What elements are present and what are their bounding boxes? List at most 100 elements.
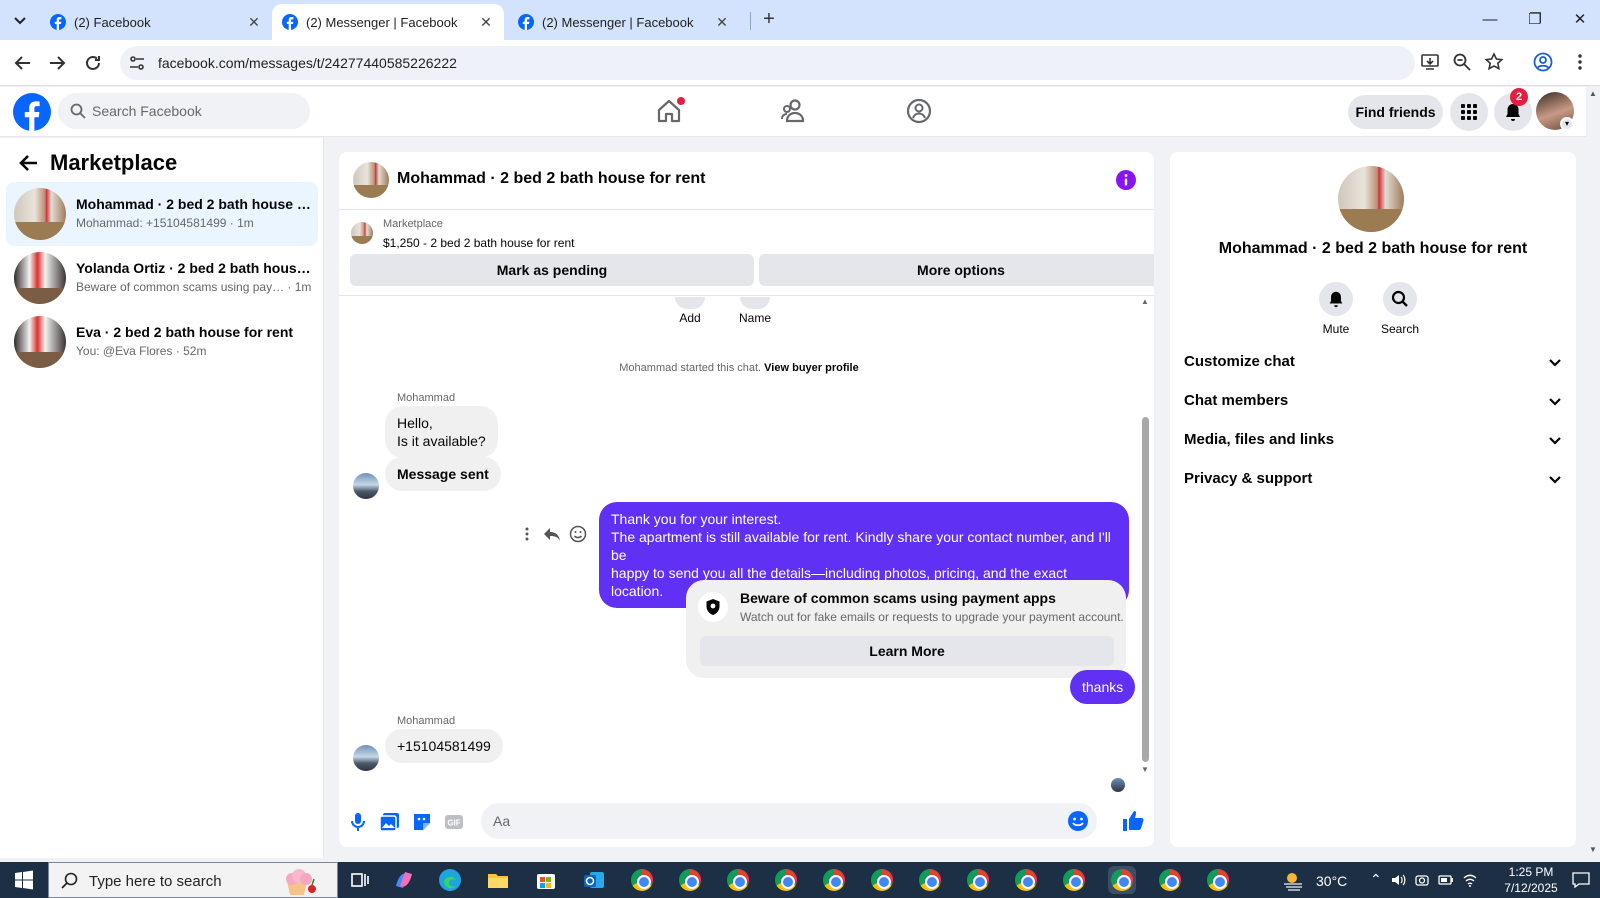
- account-chevron-icon[interactable]: ▾: [1560, 117, 1574, 131]
- conversation-item-yolanda[interactable]: Yolanda Ortiz · 2 bed 2 bath house for r…: [6, 246, 318, 310]
- chat-info-avatar[interactable]: [1338, 166, 1404, 232]
- facebook-search-input[interactable]: Search Facebook: [58, 93, 310, 129]
- more-vertical-icon[interactable]: [519, 526, 535, 542]
- nav-friends-button[interactable]: [780, 97, 810, 127]
- battery-icon[interactable]: [1438, 872, 1454, 888]
- scroll-down-arrow-icon[interactable]: ▼: [1586, 845, 1600, 854]
- close-window-button[interactable]: ✕: [1565, 6, 1595, 34]
- minimize-window-button[interactable]: —: [1475, 6, 1505, 34]
- section-media-files-links[interactable]: Media, files and links: [1184, 422, 1564, 458]
- chrome-app-icon[interactable]: [1156, 866, 1184, 894]
- scroll-down-arrow-icon[interactable]: ▼: [1140, 765, 1150, 774]
- back-button[interactable]: [10, 50, 36, 76]
- view-buyer-profile-link[interactable]: View buyer profile: [764, 362, 859, 374]
- browser-tab-messenger-active[interactable]: (2) Messenger | Facebook ✕: [272, 4, 504, 40]
- browser-tab-facebook[interactable]: (2) Facebook ✕: [40, 4, 272, 40]
- wifi-icon[interactable]: [1462, 872, 1478, 888]
- quick-action-name[interactable]: Name: [725, 297, 785, 325]
- scroll-up-arrow-icon[interactable]: ▲: [1140, 297, 1150, 306]
- find-friends-button[interactable]: Find friends: [1348, 95, 1443, 129]
- file-explorer-icon[interactable]: [484, 866, 512, 894]
- task-view-icon[interactable]: [346, 866, 374, 894]
- info-icon[interactable]: [1116, 170, 1136, 190]
- listing-thumbnail[interactable]: [351, 222, 373, 244]
- sender-avatar[interactable]: [353, 473, 379, 499]
- reply-icon[interactable]: [543, 525, 561, 543]
- edge-browser-icon[interactable]: [436, 866, 464, 894]
- site-settings-icon[interactable]: [128, 54, 146, 72]
- notification-center-icon[interactable]: [1572, 872, 1590, 888]
- listing-price-title[interactable]: $1,250 - 2 bed 2 bath house for rent: [383, 236, 574, 250]
- weather-icon[interactable]: [1280, 866, 1308, 894]
- gif-icon[interactable]: GIF: [443, 811, 465, 833]
- facebook-logo-icon[interactable]: [13, 93, 51, 131]
- clock-time[interactable]: 1:25 PM: [1496, 865, 1566, 879]
- chrome-app-icon[interactable]: [964, 866, 992, 894]
- maximize-window-button[interactable]: ❐: [1520, 6, 1550, 34]
- zoom-icon[interactable]: [1452, 52, 1474, 74]
- chrome-app-icon[interactable]: [1204, 866, 1232, 894]
- photo-icon[interactable]: [379, 811, 401, 833]
- thumbs-up-icon[interactable]: [1121, 809, 1145, 833]
- scroll-up-arrow-icon[interactable]: ▲: [1586, 89, 1600, 98]
- search-in-chat-button[interactable]: Search: [1370, 282, 1430, 336]
- microphone-icon[interactable]: [347, 811, 369, 833]
- copilot-icon[interactable]: [390, 866, 418, 894]
- nav-groups-button[interactable]: [905, 97, 935, 127]
- forward-button[interactable]: [44, 50, 70, 76]
- weather-temperature[interactable]: 30°C: [1316, 873, 1347, 889]
- chrome-app-icon[interactable]: [676, 866, 704, 894]
- chrome-app-icon[interactable]: [772, 866, 800, 894]
- quick-action-add[interactable]: Add: [660, 297, 720, 325]
- reload-button[interactable]: [80, 50, 106, 76]
- chrome-app-icon[interactable]: [1012, 866, 1040, 894]
- omnibox[interactable]: facebook.com/messages/t/2427744058522622…: [120, 46, 1415, 80]
- close-tab-icon[interactable]: ✕: [478, 14, 494, 30]
- message-input[interactable]: Aa: [481, 803, 1097, 839]
- section-customize-chat[interactable]: Customize chat: [1184, 344, 1564, 380]
- section-chat-members[interactable]: Chat members: [1184, 383, 1564, 419]
- chrome-app-icon[interactable]: [1060, 866, 1088, 894]
- incoming-message[interactable]: Hello, Is it available?: [385, 406, 498, 458]
- learn-more-button[interactable]: Learn More: [700, 636, 1114, 666]
- sticker-icon[interactable]: [411, 811, 433, 833]
- camera-icon[interactable]: [1414, 872, 1430, 888]
- more-options-button[interactable]: More options: [759, 254, 1154, 286]
- outgoing-message[interactable]: thanks: [1070, 670, 1136, 704]
- incoming-message[interactable]: Message sent: [385, 457, 501, 491]
- taskbar-search-box[interactable]: Type here to search: [48, 862, 338, 898]
- nav-home-button[interactable]: [655, 97, 685, 127]
- scroll-thumb[interactable]: [1142, 417, 1149, 762]
- outlook-icon[interactable]: [580, 866, 608, 894]
- start-button[interactable]: [0, 862, 48, 898]
- tab-search-dropdown-button[interactable]: [8, 8, 32, 32]
- chrome-app-icon-active[interactable]: [1108, 866, 1136, 894]
- chrome-app-icon[interactable]: [820, 866, 848, 894]
- close-tab-icon[interactable]: ✕: [246, 14, 262, 30]
- conversation-item-mohammad[interactable]: Mohammad · 2 bed 2 bath house for rent M…: [6, 182, 318, 246]
- section-privacy-support[interactable]: Privacy & support: [1184, 461, 1564, 497]
- close-tab-icon[interactable]: ✕: [714, 14, 730, 30]
- profile-icon[interactable]: [1533, 52, 1555, 74]
- new-tab-button[interactable]: +: [758, 9, 780, 31]
- chrome-app-icon[interactable]: [628, 866, 656, 894]
- chat-avatar[interactable]: [353, 162, 389, 198]
- sender-avatar[interactable]: [353, 745, 379, 771]
- chrome-app-icon[interactable]: [724, 866, 752, 894]
- clock-date[interactable]: 7/12/2025: [1496, 881, 1566, 895]
- chat-title[interactable]: Mohammad · 2 bed 2 bath house for rent: [397, 170, 705, 188]
- bookmark-star-icon[interactable]: [1484, 52, 1506, 74]
- browser-menu-icon[interactable]: [1570, 52, 1592, 74]
- microsoft-store-icon[interactable]: [532, 866, 560, 894]
- emoji-icon[interactable]: [1067, 810, 1089, 832]
- speaker-icon[interactable]: [1390, 872, 1406, 888]
- browser-tab-messenger[interactable]: (2) Messenger | Facebook ✕: [508, 4, 740, 40]
- react-smile-icon[interactable]: [569, 525, 587, 543]
- chrome-app-icon[interactable]: [916, 866, 944, 894]
- back-arrow-icon[interactable]: [18, 152, 40, 174]
- menu-grid-button[interactable]: [1450, 93, 1488, 131]
- install-app-icon[interactable]: [1420, 52, 1442, 74]
- mute-button[interactable]: Mute: [1306, 282, 1366, 336]
- tray-chevron-up-icon[interactable]: ⌃: [1370, 871, 1382, 888]
- message-scrollbar[interactable]: ▲ ▼: [1140, 297, 1150, 777]
